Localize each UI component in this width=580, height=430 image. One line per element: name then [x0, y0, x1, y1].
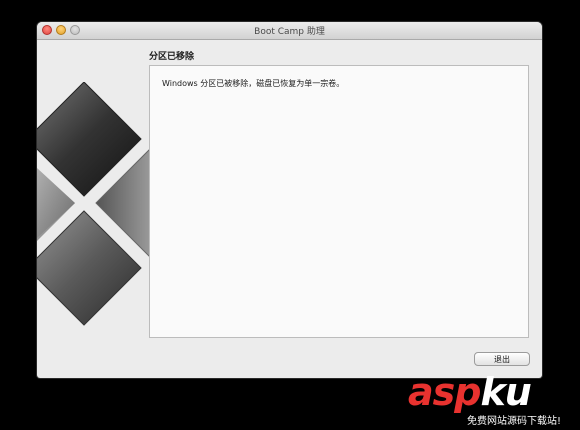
title-bar[interactable]: Boot Camp 助理: [37, 22, 542, 40]
watermark-brand: aspku: [408, 370, 532, 414]
content-panel: Windows 分区已被移除，磁盘已恢复为单一宗卷。: [149, 65, 529, 338]
page-heading: 分区已移除: [149, 52, 195, 62]
watermark: aspku 免费网站源码下载站!: [408, 372, 578, 428]
watermark-tagline: 免费网站源码下载站!: [467, 416, 562, 427]
watermark-brand-asp: asp: [408, 370, 481, 414]
exit-button[interactable]: 退出: [474, 352, 530, 366]
watermark-brand-ku: ku: [480, 370, 531, 414]
status-message: Windows 分区已被移除，磁盘已恢复为单一宗卷。: [162, 79, 345, 88]
window-title: Boot Camp 助理: [254, 27, 325, 37]
boot-camp-window: Boot Camp 助理 分区已移除 Windows 分区已被移除，磁盘已恢复为…: [37, 22, 542, 378]
